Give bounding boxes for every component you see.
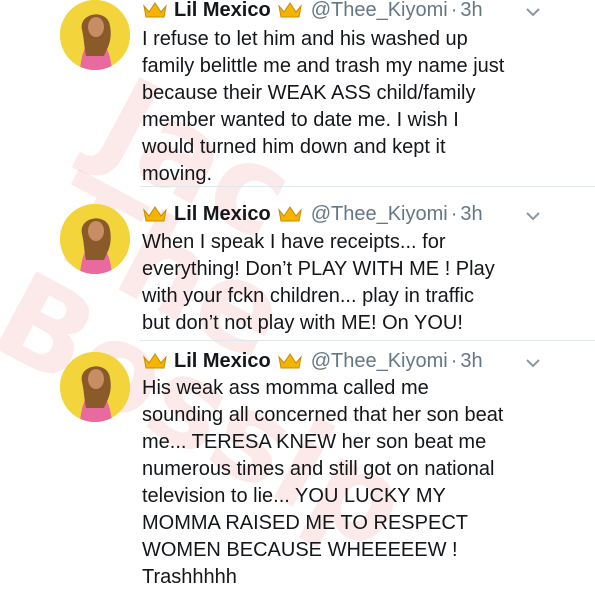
user-handle[interactable]: @Thee_Kiyomi (311, 203, 448, 226)
avatar[interactable] (60, 204, 130, 274)
chevron-down-icon[interactable] (525, 6, 541, 18)
timestamp[interactable]: 3h (460, 0, 482, 22)
crown-icon (277, 204, 303, 224)
avatar[interactable] (60, 0, 130, 70)
user-handle[interactable]: @Thee_Kiyomi (311, 350, 448, 373)
avatar[interactable] (60, 352, 130, 422)
tweet-header: Lil Mexico @Thee_Kiyomi · 3h (142, 0, 483, 24)
tweet-text: I refuse to let him and his washed up fa… (142, 28, 505, 185)
crown-icon (142, 204, 168, 224)
tweet-text: When I speak I have receipts... for ever… (142, 231, 495, 334)
crown-icon (277, 0, 303, 20)
separator-dot: · (450, 202, 458, 225)
divider (140, 186, 595, 187)
tweet-header: Lil Mexico @Thee_Kiyomi · 3h (142, 200, 483, 228)
crown-icon (277, 351, 303, 371)
tweet-1[interactable]: Lil Mexico @Thee_Kiyomi · 3h I refuse to… (0, 0, 595, 186)
divider (140, 340, 595, 341)
separator-dot: · (450, 349, 458, 372)
display-name[interactable]: Lil Mexico (174, 203, 271, 226)
chevron-down-icon[interactable] (525, 357, 541, 369)
separator-dot: · (450, 0, 458, 21)
tweet-3[interactable]: Lil Mexico @Thee_Kiyomi · 3h His weak as… (0, 345, 595, 588)
display-name[interactable]: Lil Mexico (174, 350, 271, 373)
tweet-text: His weak ass momma called me sounding al… (142, 377, 504, 588)
tweet-2[interactable]: Lil Mexico @Thee_Kiyomi · 3h When I spea… (0, 195, 595, 335)
chevron-down-icon[interactable] (525, 210, 541, 222)
display-name[interactable]: Lil Mexico (174, 0, 271, 22)
crown-icon (142, 351, 168, 371)
tweet-header: Lil Mexico @Thee_Kiyomi · 3h (142, 347, 483, 375)
crown-icon (142, 0, 168, 20)
user-handle[interactable]: @Thee_Kiyomi (311, 0, 448, 22)
timestamp[interactable]: 3h (460, 203, 482, 226)
timestamp[interactable]: 3h (460, 350, 482, 373)
